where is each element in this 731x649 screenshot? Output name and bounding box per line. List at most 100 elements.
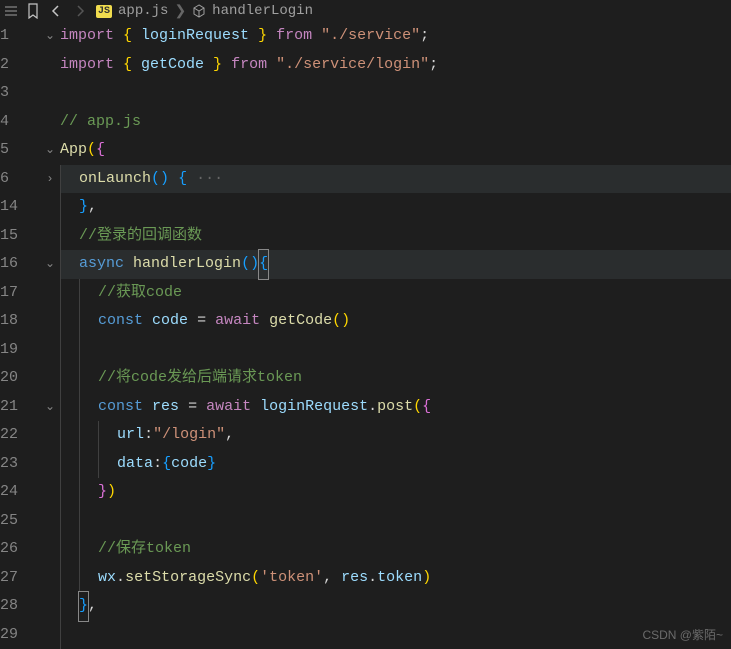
- line-number: 15: [0, 222, 34, 251]
- indent-guide: [60, 478, 79, 507]
- code-line[interactable]: //保存token: [60, 535, 731, 564]
- line-number: 26: [0, 535, 34, 564]
- breadcrumb-file[interactable]: app.js: [118, 3, 168, 19]
- line-number: 16: [0, 250, 34, 279]
- breadcrumb-symbol[interactable]: handlerLogin: [212, 3, 313, 19]
- fold-toggle: [44, 279, 60, 308]
- code-line[interactable]: [60, 79, 731, 108]
- nav-forward-icon[interactable]: [72, 3, 88, 19]
- fold-toggle: [44, 507, 60, 536]
- code-line[interactable]: url:"/login",: [60, 421, 731, 450]
- fold-toggle[interactable]: ⌄: [44, 136, 60, 165]
- indent-guide: [60, 307, 79, 336]
- code-line[interactable]: const code = await getCode(): [60, 307, 731, 336]
- indent-guide: [79, 507, 98, 536]
- line-number: 21: [0, 393, 34, 422]
- code-line[interactable]: onLaunch() { ···: [60, 165, 731, 194]
- code-line[interactable]: wx.setStorageSync('token', res.token): [60, 564, 731, 593]
- code-line[interactable]: // app.js: [60, 108, 731, 137]
- line-number: 6: [0, 165, 34, 194]
- fold-gutter[interactable]: ⌄⌄›⌄⌄: [44, 22, 60, 647]
- code-line[interactable]: [60, 336, 731, 365]
- code-line[interactable]: //将code发给后端请求token: [60, 364, 731, 393]
- line-number: 23: [0, 450, 34, 479]
- line-number: 3: [0, 79, 34, 108]
- indent-guide: [98, 450, 117, 479]
- line-number: 27: [0, 564, 34, 593]
- line-number: 17: [0, 279, 34, 308]
- indent-guide: [60, 250, 79, 279]
- code-area[interactable]: import { loginRequest } from "./service"…: [60, 22, 731, 647]
- line-number: 22: [0, 421, 34, 450]
- indent-guide: [79, 564, 98, 593]
- code-line[interactable]: [60, 507, 731, 536]
- line-number: 19: [0, 336, 34, 365]
- fold-toggle: [44, 307, 60, 336]
- code-line[interactable]: },: [60, 592, 731, 621]
- indent-guide: [60, 364, 79, 393]
- code-line[interactable]: },: [60, 193, 731, 222]
- indent-guide: [60, 279, 79, 308]
- file-badge: JS: [96, 5, 112, 18]
- line-number-gutter: 12345614151617181920212223242526272829: [0, 22, 44, 647]
- nav-back-icon[interactable]: [48, 3, 64, 19]
- editor[interactable]: 12345614151617181920212223242526272829 ⌄…: [0, 22, 731, 647]
- fold-toggle: [44, 621, 60, 649]
- indent-guide: [60, 165, 79, 194]
- watermark: CSDN @紫陌~: [642, 626, 723, 643]
- fold-toggle: [44, 564, 60, 593]
- fold-toggle: [44, 336, 60, 365]
- fold-toggle: [44, 364, 60, 393]
- fold-toggle[interactable]: ⌄: [44, 22, 60, 51]
- fold-toggle: [44, 79, 60, 108]
- cube-icon: [192, 4, 206, 18]
- indent-guide: [79, 279, 98, 308]
- fold-toggle[interactable]: ⌄: [44, 393, 60, 422]
- code-line[interactable]: [60, 621, 731, 649]
- indent-guide: [98, 421, 117, 450]
- line-number: 29: [0, 621, 34, 649]
- fold-toggle[interactable]: ›: [44, 165, 60, 194]
- breadcrumb[interactable]: JS app.js ❯ handlerLogin: [96, 3, 313, 20]
- indent-guide: [60, 193, 79, 222]
- indent-guide: [60, 393, 79, 422]
- code-line[interactable]: const res = await loginRequest.post({: [60, 393, 731, 422]
- line-number: 4: [0, 108, 34, 137]
- indent-guide: [60, 222, 79, 251]
- code-line[interactable]: App({: [60, 136, 731, 165]
- bookmark-icon[interactable]: [26, 3, 40, 19]
- menu-icon[interactable]: [4, 4, 18, 18]
- line-number: 1: [0, 22, 34, 51]
- indent-guide: [79, 478, 98, 507]
- fold-toggle: [44, 51, 60, 80]
- fold-toggle: [44, 535, 60, 564]
- line-number: 2: [0, 51, 34, 80]
- code-line[interactable]: data:{code}: [60, 450, 731, 479]
- fold-toggle: [44, 108, 60, 137]
- fold-toggle: [44, 193, 60, 222]
- indent-guide: [60, 592, 79, 621]
- indent-guide: [79, 336, 98, 365]
- line-number: 5: [0, 136, 34, 165]
- code-line[interactable]: async handlerLogin(){: [60, 250, 731, 279]
- indent-guide: [60, 621, 79, 649]
- code-line[interactable]: //获取code: [60, 279, 731, 308]
- code-line[interactable]: }): [60, 478, 731, 507]
- indent-guide: [60, 507, 79, 536]
- line-number: 14: [0, 193, 34, 222]
- code-line[interactable]: //登录的回调函数: [60, 222, 731, 251]
- code-line[interactable]: import { loginRequest } from "./service"…: [60, 22, 731, 51]
- indent-guide: [60, 336, 79, 365]
- indent-guide: [79, 535, 98, 564]
- fold-toggle: [44, 222, 60, 251]
- fold-toggle: [44, 421, 60, 450]
- indent-guide: [79, 307, 98, 336]
- line-number: 28: [0, 592, 34, 621]
- line-number: 18: [0, 307, 34, 336]
- indent-guide: [60, 564, 79, 593]
- indent-guide: [79, 450, 98, 479]
- indent-guide: [60, 535, 79, 564]
- fold-toggle[interactable]: ⌄: [44, 250, 60, 279]
- indent-guide: [60, 450, 79, 479]
- code-line[interactable]: import { getCode } from "./service/login…: [60, 51, 731, 80]
